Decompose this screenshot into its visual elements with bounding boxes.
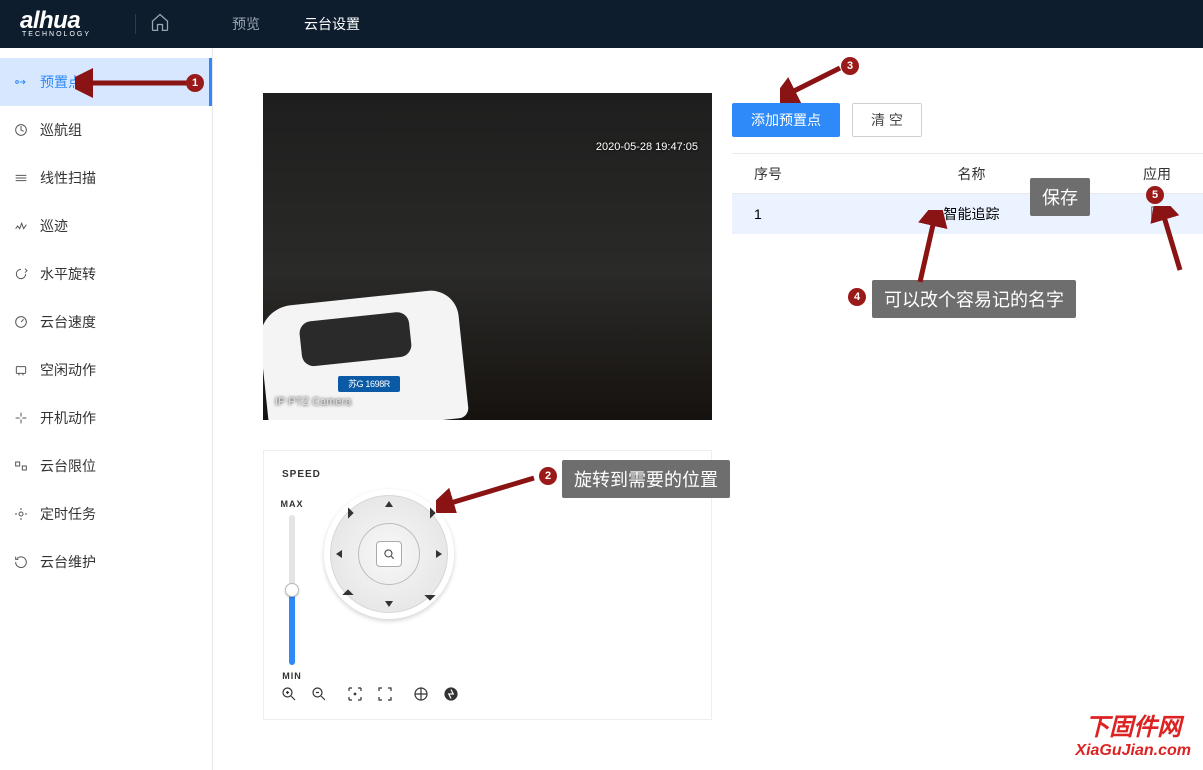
sidebar-item-label: 预置点 [40, 72, 82, 92]
annotation-tip-4: 可以改个容易记的名字 [872, 280, 1076, 318]
top-nav: 预览 云台设置 [210, 0, 382, 48]
main-content: 苏G 1698R 2020-05-28 19:47:05 IP PTZ Came… [213, 48, 1203, 770]
sidebar-item-label: 巡航组 [40, 120, 82, 140]
annotation-badge-1: 1 [186, 74, 204, 92]
speed-min-label: MIN [282, 671, 302, 681]
sidebar-item-label: 云台限位 [40, 456, 96, 476]
annotation-badge-4: 4 [848, 288, 866, 306]
save-preset-icon[interactable] [1148, 209, 1166, 225]
pattern-icon [12, 217, 30, 235]
sidebar-item-pan[interactable]: 水平旋转 [0, 250, 212, 298]
ptz-nw-icon[interactable] [340, 505, 357, 522]
license-plate: 苏G 1698R [338, 376, 400, 392]
powerup-icon [12, 409, 30, 427]
focus-near-icon[interactable] [342, 681, 368, 707]
iris-open-icon[interactable] [408, 681, 434, 707]
pan-icon [12, 265, 30, 283]
sidebar-item-tour[interactable]: 巡航组 [0, 106, 212, 154]
nav-ptz-settings[interactable]: 云台设置 [282, 0, 382, 48]
ptz-left-icon[interactable] [334, 548, 346, 560]
video-timestamp: 2020-05-28 19:47:05 [596, 141, 698, 153]
ptz-sw-icon[interactable] [340, 587, 357, 604]
nav-preview[interactable]: 预览 [210, 0, 282, 48]
sidebar-item-limit[interactable]: 云台限位 [0, 442, 212, 490]
task-icon [12, 505, 30, 523]
sidebar-item-maintenance[interactable]: 云台维护 [0, 538, 212, 586]
slider-thumb[interactable] [285, 583, 299, 597]
sidebar-item-scan[interactable]: 线性扫描 [0, 154, 212, 202]
table-row[interactable]: 1 智能追踪 [732, 194, 1203, 234]
annotation-badge-3: 3 [841, 57, 859, 75]
sidebar-item-label: 空闲动作 [40, 360, 96, 380]
speed-max-label: MAX [281, 499, 304, 509]
top-bar: alhuaTECHNOLOGY 预览 云台设置 [0, 0, 1203, 48]
sidebar-item-powerup[interactable]: 开机动作 [0, 394, 212, 442]
scan-icon [12, 169, 30, 187]
idle-icon [12, 361, 30, 379]
sidebar-item-speed[interactable]: 云台速度 [0, 298, 212, 346]
ptz-ne-icon[interactable] [422, 505, 439, 522]
sidebar-item-label: 定时任务 [40, 504, 96, 524]
ptz-dial [324, 489, 454, 619]
ptz-toolbar [276, 681, 464, 707]
preset-pane: 添加预置点 清 空 序号 名称 应用 1 智能追踪 [732, 93, 1203, 420]
sidebar-item-label: 云台维护 [40, 552, 96, 572]
zoom-in-icon[interactable] [276, 681, 302, 707]
sidebar-item-preset[interactable]: 预置点 [0, 58, 212, 106]
slider-track[interactable] [289, 515, 295, 665]
preset-no: 1 [732, 206, 812, 222]
sidebar-item-label: 线性扫描 [40, 168, 96, 188]
clear-button[interactable]: 清 空 [852, 103, 922, 137]
iris-close-icon[interactable] [438, 681, 464, 707]
ptz-right-icon[interactable] [432, 548, 444, 560]
camera-label: IP PTZ Camera [275, 396, 351, 408]
sidebar-item-task[interactable]: 定时任务 [0, 490, 212, 538]
preset-table: 序号 名称 应用 1 智能追踪 [732, 153, 1203, 234]
sidebar-item-label: 云台速度 [40, 312, 96, 332]
sidebar-item-label: 水平旋转 [40, 264, 96, 284]
tour-icon [12, 121, 30, 139]
annotation-badge-5: 5 [1146, 186, 1164, 204]
sidebar-item-label: 开机动作 [40, 408, 96, 428]
col-header-no: 序号 [732, 164, 812, 184]
preset-icon [12, 73, 30, 91]
ptz-down-icon[interactable] [383, 597, 395, 609]
divider [135, 14, 136, 34]
annotation-tip-2: 旋转到需要的位置 [562, 460, 730, 498]
add-preset-button[interactable]: 添加预置点 [732, 103, 840, 137]
ptz-se-icon[interactable] [422, 587, 439, 604]
sidebar-item-pattern[interactable]: 巡迹 [0, 202, 212, 250]
annotation-badge-2: 2 [539, 467, 557, 485]
col-header-action: 应用 [1131, 164, 1203, 184]
video-preview[interactable]: 苏G 1698R 2020-05-28 19:47:05 IP PTZ Came… [263, 93, 712, 420]
sidebar-item-idle[interactable]: 空闲动作 [0, 346, 212, 394]
ptz-center-button[interactable] [376, 541, 402, 567]
focus-far-icon[interactable] [372, 681, 398, 707]
ptz-up-icon[interactable] [383, 499, 395, 511]
limit-icon [12, 457, 30, 475]
speed-slider[interactable]: MAX MIN [282, 499, 302, 683]
annotation-tip-save: 保存 [1030, 178, 1090, 216]
sidebar: 预置点 巡航组 线性扫描 巡迹 水平旋转 云台速度 空闲动作 开机动作 云台限位… [0, 48, 213, 770]
maintenance-icon [12, 553, 30, 571]
brand-logo: alhuaTECHNOLOGY [20, 10, 91, 38]
home-icon[interactable] [150, 12, 170, 37]
speed-icon [12, 313, 30, 331]
zoom-out-icon[interactable] [306, 681, 332, 707]
sidebar-item-label: 巡迹 [40, 216, 68, 236]
